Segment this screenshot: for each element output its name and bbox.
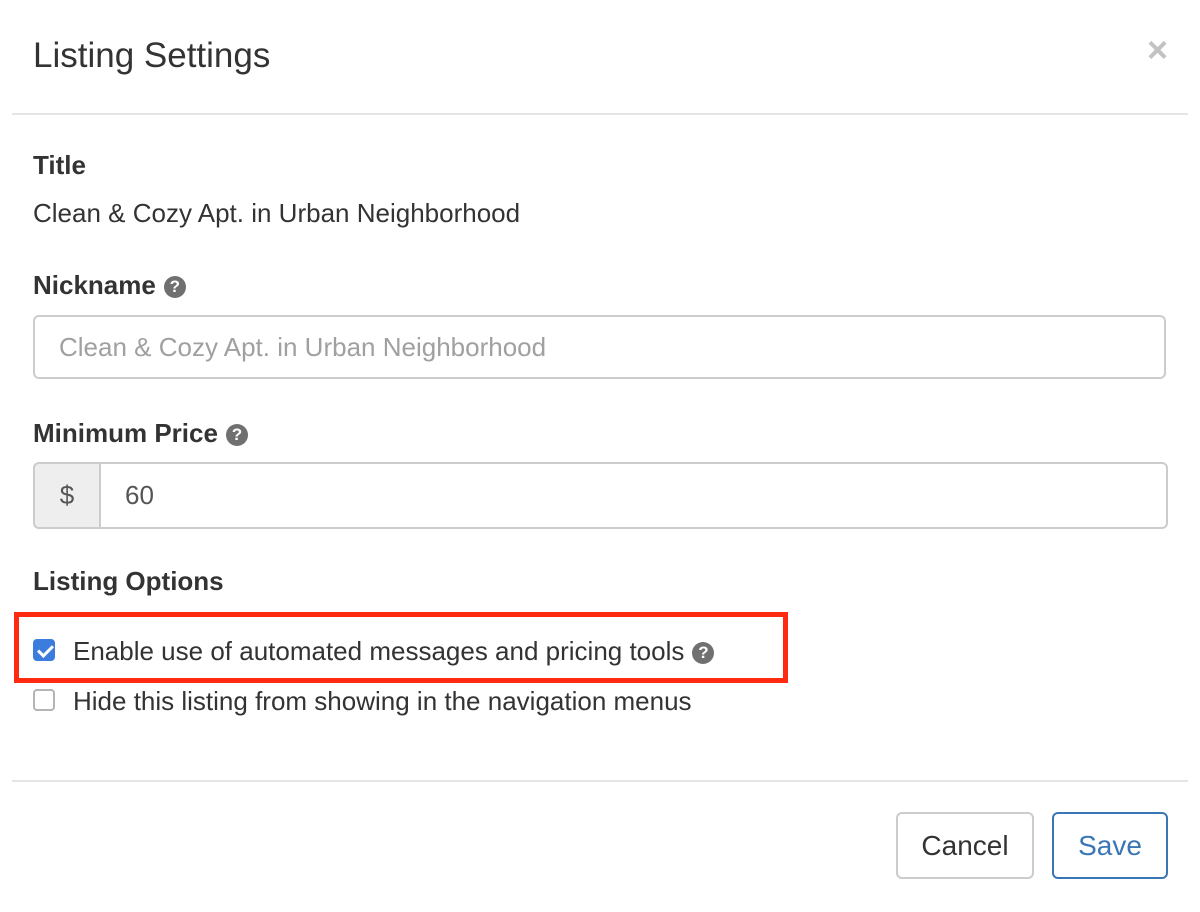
title-label: Title bbox=[33, 150, 86, 180]
minimum-price-input[interactable] bbox=[99, 462, 1168, 529]
currency-addon: $ bbox=[33, 462, 99, 529]
help-icon[interactable]: ? bbox=[692, 642, 715, 664]
minimum-price-group: $ bbox=[33, 462, 1168, 529]
close-icon[interactable]: × bbox=[1147, 32, 1168, 68]
nickname-label: Nickname? bbox=[33, 270, 186, 301]
hide-listing-checkbox[interactable] bbox=[33, 689, 55, 711]
listing-settings-modal: Listing Settings × Title Clean & Cozy Ap… bbox=[0, 0, 1200, 912]
modal-title: Listing Settings bbox=[33, 36, 271, 75]
modal-footer-divider bbox=[12, 780, 1188, 782]
nickname-input[interactable] bbox=[33, 315, 1166, 379]
automation-option-label: Enable use of automated messages and pri… bbox=[73, 636, 685, 666]
help-icon[interactable]: ? bbox=[163, 276, 186, 298]
minimum-price-label-text: Minimum Price bbox=[33, 418, 218, 448]
help-icon[interactable]: ? bbox=[225, 424, 248, 446]
modal-header: Listing Settings × bbox=[12, 0, 1188, 115]
cancel-button[interactable]: Cancel bbox=[896, 812, 1034, 879]
automation-option-text: Enable use of automated messages and pri… bbox=[73, 636, 715, 667]
save-button[interactable]: Save bbox=[1052, 812, 1168, 879]
title-value: Clean & Cozy Apt. in Urban Neighborhood bbox=[33, 198, 521, 228]
listing-options-label: Listing Options bbox=[33, 566, 224, 596]
automation-checkbox[interactable] bbox=[33, 639, 55, 661]
hide-listing-label: Hide this listing from showing in the na… bbox=[73, 686, 692, 716]
minimum-price-label: Minimum Price? bbox=[33, 418, 248, 449]
nickname-label-text: Nickname bbox=[33, 270, 156, 300]
